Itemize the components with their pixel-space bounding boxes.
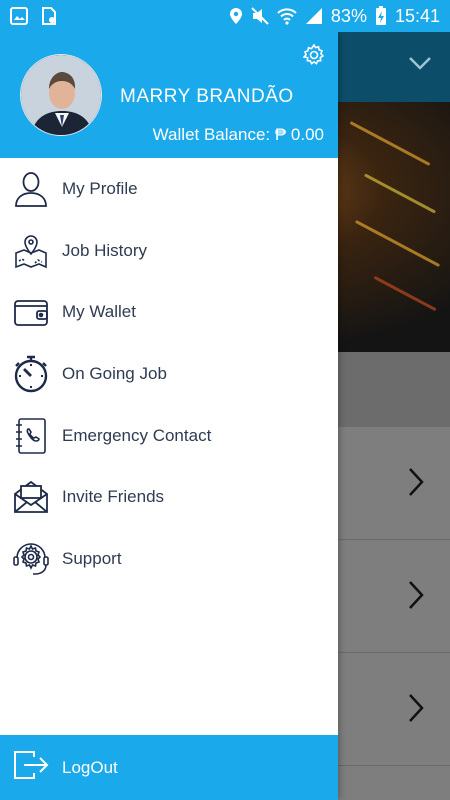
- menu-item-label: Invite Friends: [62, 487, 165, 507]
- menu-item-label: My Profile: [62, 178, 138, 198]
- battery-charging-icon: [375, 6, 387, 26]
- menu-item-label: Job History: [62, 240, 148, 260]
- gear-icon[interactable]: [302, 43, 326, 67]
- logout-icon: [12, 749, 50, 786]
- menu-item-label: Support: [62, 548, 122, 568]
- profile-icon: [12, 170, 50, 208]
- mute-icon: [251, 7, 269, 25]
- file-sync-icon: [40, 7, 58, 25]
- map-icon: [12, 232, 50, 270]
- signal-icon: [305, 7, 323, 25]
- menu-item-support[interactable]: Support: [0, 528, 338, 590]
- drawer-header: MARRY BRANDÃO Wallet Balance: ₱ 0.00: [0, 32, 338, 158]
- menu-item-job-history[interactable]: Job History: [0, 220, 338, 282]
- menu-item-label: On Going Job: [62, 363, 167, 383]
- contact-book-icon: [12, 417, 50, 455]
- menu-item-label: My Wallet: [62, 302, 136, 322]
- chevron-right-icon: [408, 580, 424, 615]
- location-icon: [229, 7, 243, 25]
- envelope-icon: [12, 478, 50, 516]
- stopwatch-icon: [12, 355, 50, 393]
- user-name: MARRY BRANDÃO: [120, 86, 294, 107]
- menu-item-my-profile[interactable]: My Profile: [0, 158, 338, 220]
- menu-item-my-wallet[interactable]: My Wallet: [0, 281, 338, 343]
- clock: 15:41: [394, 5, 440, 26]
- menu-item-emergency-contact[interactable]: Emergency Contact: [0, 405, 338, 467]
- wallet-icon: [12, 293, 50, 331]
- menu-item-invite-friends[interactable]: Invite Friends: [0, 466, 338, 528]
- support-icon: [12, 540, 50, 578]
- wifi-icon: [277, 7, 297, 25]
- logout-label: LogOut: [62, 757, 118, 777]
- chevron-right-icon: [408, 467, 424, 502]
- navigation-drawer: MARRY BRANDÃO Wallet Balance: ₱ 0.00 My …: [0, 32, 338, 800]
- chevron-right-icon: [408, 693, 424, 728]
- gallery-icon: [10, 7, 28, 25]
- avatar[interactable]: [20, 54, 102, 136]
- menu-item-label: Emergency Contact: [62, 425, 212, 445]
- wallet-balance: Wallet Balance: ₱ 0.00: [152, 125, 324, 144]
- status-bar: 83% 15:41: [0, 0, 450, 32]
- drawer-menu: My Profile Job History My Wallet On Goin…: [0, 158, 338, 590]
- battery-percent: 83%: [330, 5, 367, 26]
- chevron-down-icon[interactable]: [408, 56, 432, 75]
- logout-button[interactable]: LogOut: [0, 735, 338, 800]
- menu-item-on-going-job[interactable]: On Going Job: [0, 343, 338, 405]
